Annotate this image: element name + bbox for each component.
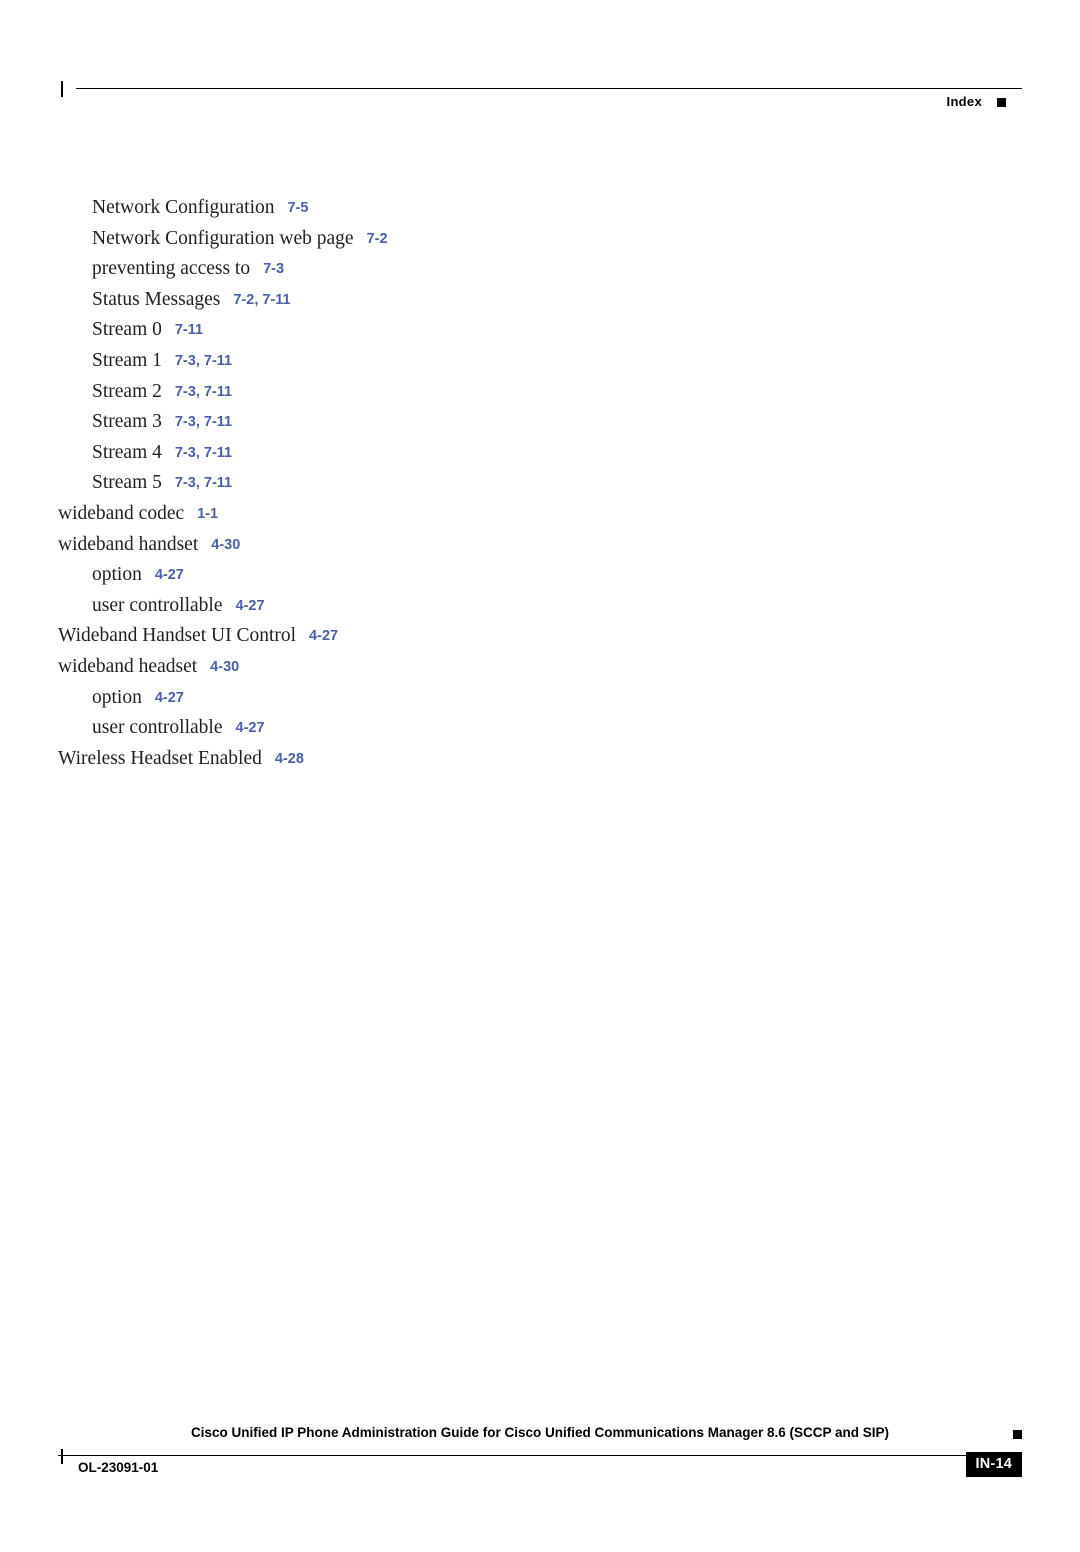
index-entry-page-ref[interactable]: 7-3, 7-11	[175, 414, 232, 430]
index-entry-term: Status Messages	[92, 288, 221, 310]
index-entry: Network Configuration web page 7-2	[58, 224, 618, 255]
footer-square-marker	[1013, 1430, 1022, 1439]
index-entry-page-ref[interactable]: 4-27	[236, 598, 265, 614]
footer-guide-title: Cisco Unified IP Phone Administration Gu…	[190, 1425, 890, 1440]
index-entry-term: option	[92, 686, 142, 708]
index-entry-page-ref[interactable]: 7-2, 7-11	[233, 292, 290, 308]
index-entry-page-ref[interactable]: 1-1	[197, 506, 218, 522]
index-entry-page-ref[interactable]: 7-5	[288, 200, 309, 216]
header-left-tick	[61, 81, 63, 97]
index-entry-term: Wideband Handset UI Control	[58, 625, 297, 647]
footer-page-number: IN-14	[965, 1452, 1022, 1477]
header-label: Index	[946, 94, 982, 109]
index-entry: Stream 0 7-11	[58, 315, 618, 346]
index-entry: Stream 3 7-3, 7-11	[58, 407, 618, 438]
index-entry-page-ref[interactable]: 7-3	[263, 261, 284, 277]
header-square-marker	[997, 98, 1006, 107]
footer-rule	[58, 1455, 1022, 1456]
index-entry-term: Stream 1	[92, 349, 162, 371]
index-entry-term: user controllable	[92, 717, 223, 739]
index-entry-list: Network Configuration 7-5 Network Configur…	[58, 193, 618, 774]
index-entry-page-ref[interactable]: 7-3, 7-11	[175, 475, 232, 491]
index-entry-term: wideband codec	[58, 502, 185, 524]
index-entry-term: Network Configuration web page	[92, 227, 354, 249]
index-entry: user controllable 4-27	[58, 591, 618, 622]
index-entry-page-ref[interactable]: 4-28	[275, 751, 304, 767]
header-rule	[76, 88, 1022, 89]
index-entry-page-ref[interactable]: 4-27	[155, 567, 184, 583]
index-entry-term: option	[92, 564, 142, 586]
index-entry: Status Messages 7-2, 7-11	[58, 285, 618, 316]
index-entry: wideband headset 4-30	[58, 652, 618, 683]
index-entry-page-ref[interactable]: 7-3, 7-11	[175, 353, 232, 369]
index-entry-term: user controllable	[92, 594, 223, 616]
index-entry: Wideband Handset UI Control 4-27	[58, 621, 618, 652]
index-entry: preventing access to 7-3	[58, 254, 618, 285]
index-entry-term: preventing access to	[92, 258, 251, 280]
index-entry-page-ref[interactable]: 7-3, 7-11	[175, 384, 232, 400]
index-entry-term: Network Configuration	[92, 197, 275, 218]
index-entry-page-ref[interactable]: 4-30	[211, 537, 240, 553]
index-entry-page-ref[interactable]: 4-27	[236, 720, 265, 736]
index-entry: option 4-27	[58, 560, 618, 591]
index-entry: Stream 1 7-3, 7-11	[58, 346, 618, 377]
index-entry: Stream 2 7-3, 7-11	[58, 377, 618, 408]
index-entry: user controllable 4-27	[58, 713, 618, 744]
index-entry-page-ref[interactable]: 4-27	[309, 628, 338, 644]
footer-left-tick	[61, 1449, 63, 1464]
index-entry: Stream 4 7-3, 7-11	[58, 438, 618, 469]
index-entry-term: Wireless Headset Enabled	[58, 747, 262, 769]
index-entry: wideband handset 4-30	[58, 530, 618, 561]
footer-document-id: OL-23091-01	[78, 1460, 159, 1475]
index-entry-page-ref[interactable]: 7-3, 7-11	[175, 445, 232, 461]
index-entry: option 4-27	[58, 683, 618, 714]
index-entry-page-ref[interactable]: 4-30	[210, 659, 239, 675]
index-entry-term: Stream 2	[92, 380, 162, 402]
index-entry: Network Configuration 7-5	[58, 193, 618, 224]
index-entry-term: wideband headset	[58, 655, 198, 677]
index-entry: Wireless Headset Enabled 4-28	[58, 744, 618, 775]
index-entry-term: Stream 0	[92, 319, 162, 341]
index-entry: Stream 5 7-3, 7-11	[58, 468, 618, 499]
index-entry-term: Stream 3	[92, 411, 162, 433]
page-header: Index	[58, 78, 1022, 109]
index-entry-page-ref[interactable]: 4-27	[155, 690, 184, 706]
index-entry-page-ref[interactable]: 7-2	[367, 231, 388, 247]
index-entry: wideband codec 1-1	[58, 499, 618, 530]
index-entry-term: wideband handset	[58, 533, 199, 555]
index-entry-term: Stream 4	[92, 441, 162, 463]
index-entry-term: Stream 5	[92, 472, 162, 494]
index-entry-page-ref[interactable]: 7-11	[175, 322, 203, 338]
